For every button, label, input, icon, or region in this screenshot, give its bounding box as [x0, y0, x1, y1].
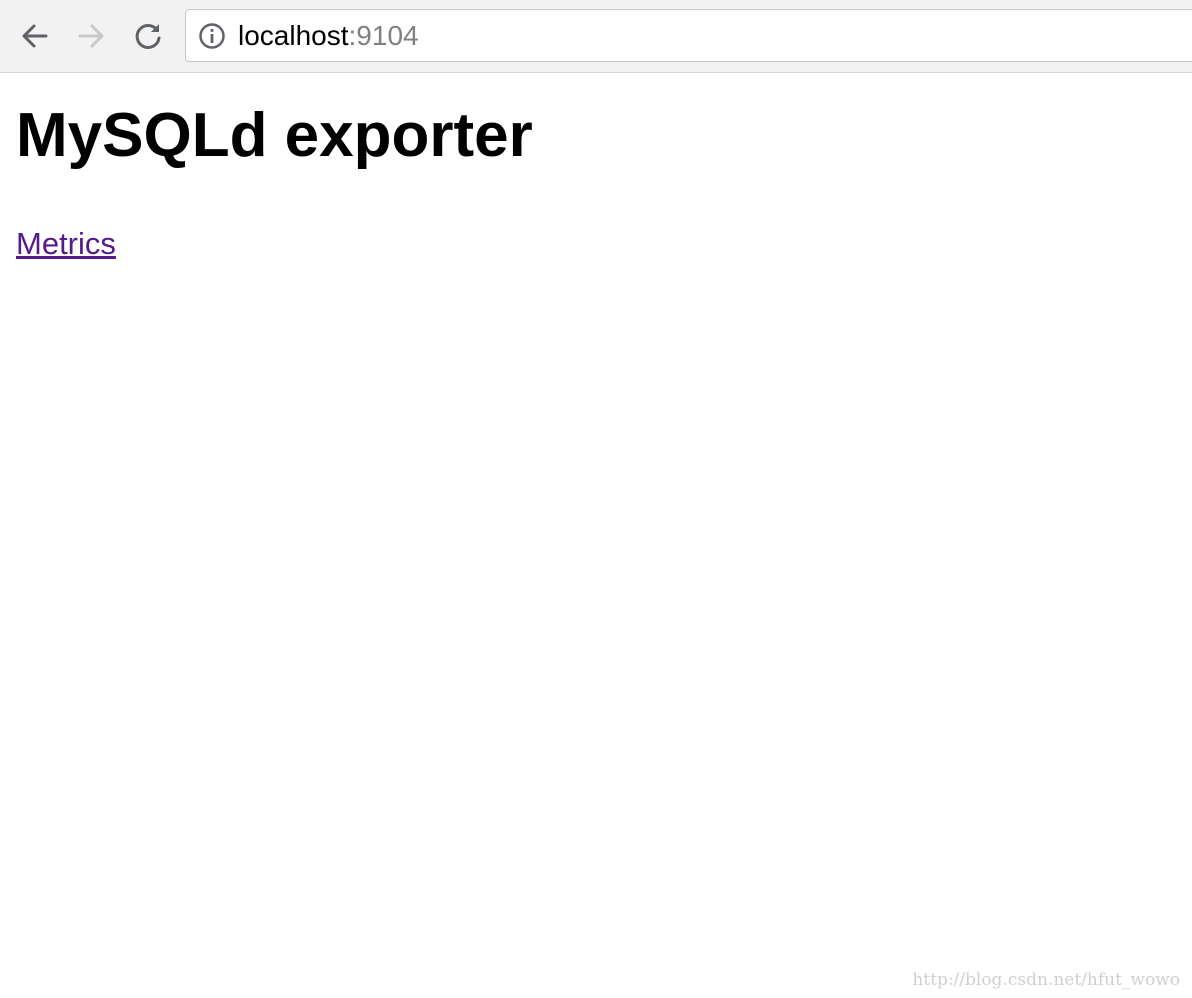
browser-toolbar: localhost:9104 — [0, 0, 1192, 73]
reload-icon — [135, 23, 161, 49]
url-text: localhost:9104 — [238, 20, 419, 52]
url-port: :9104 — [348, 20, 419, 51]
reload-button[interactable] — [128, 16, 168, 56]
watermark: http://blog.csdn.net/hfut_wowo — [912, 970, 1180, 990]
metrics-link[interactable]: Metrics — [16, 224, 116, 264]
back-button[interactable] — [15, 16, 55, 56]
forward-arrow-icon — [78, 24, 104, 48]
page-content: MySQLd exporter Metrics — [0, 74, 1192, 998]
url-host: localhost — [238, 20, 349, 51]
info-icon[interactable] — [198, 22, 226, 50]
address-bar[interactable]: localhost:9104 — [185, 9, 1192, 62]
back-arrow-icon — [22, 24, 48, 48]
forward-button[interactable] — [71, 16, 111, 56]
page-title: MySQLd exporter — [16, 101, 533, 170]
